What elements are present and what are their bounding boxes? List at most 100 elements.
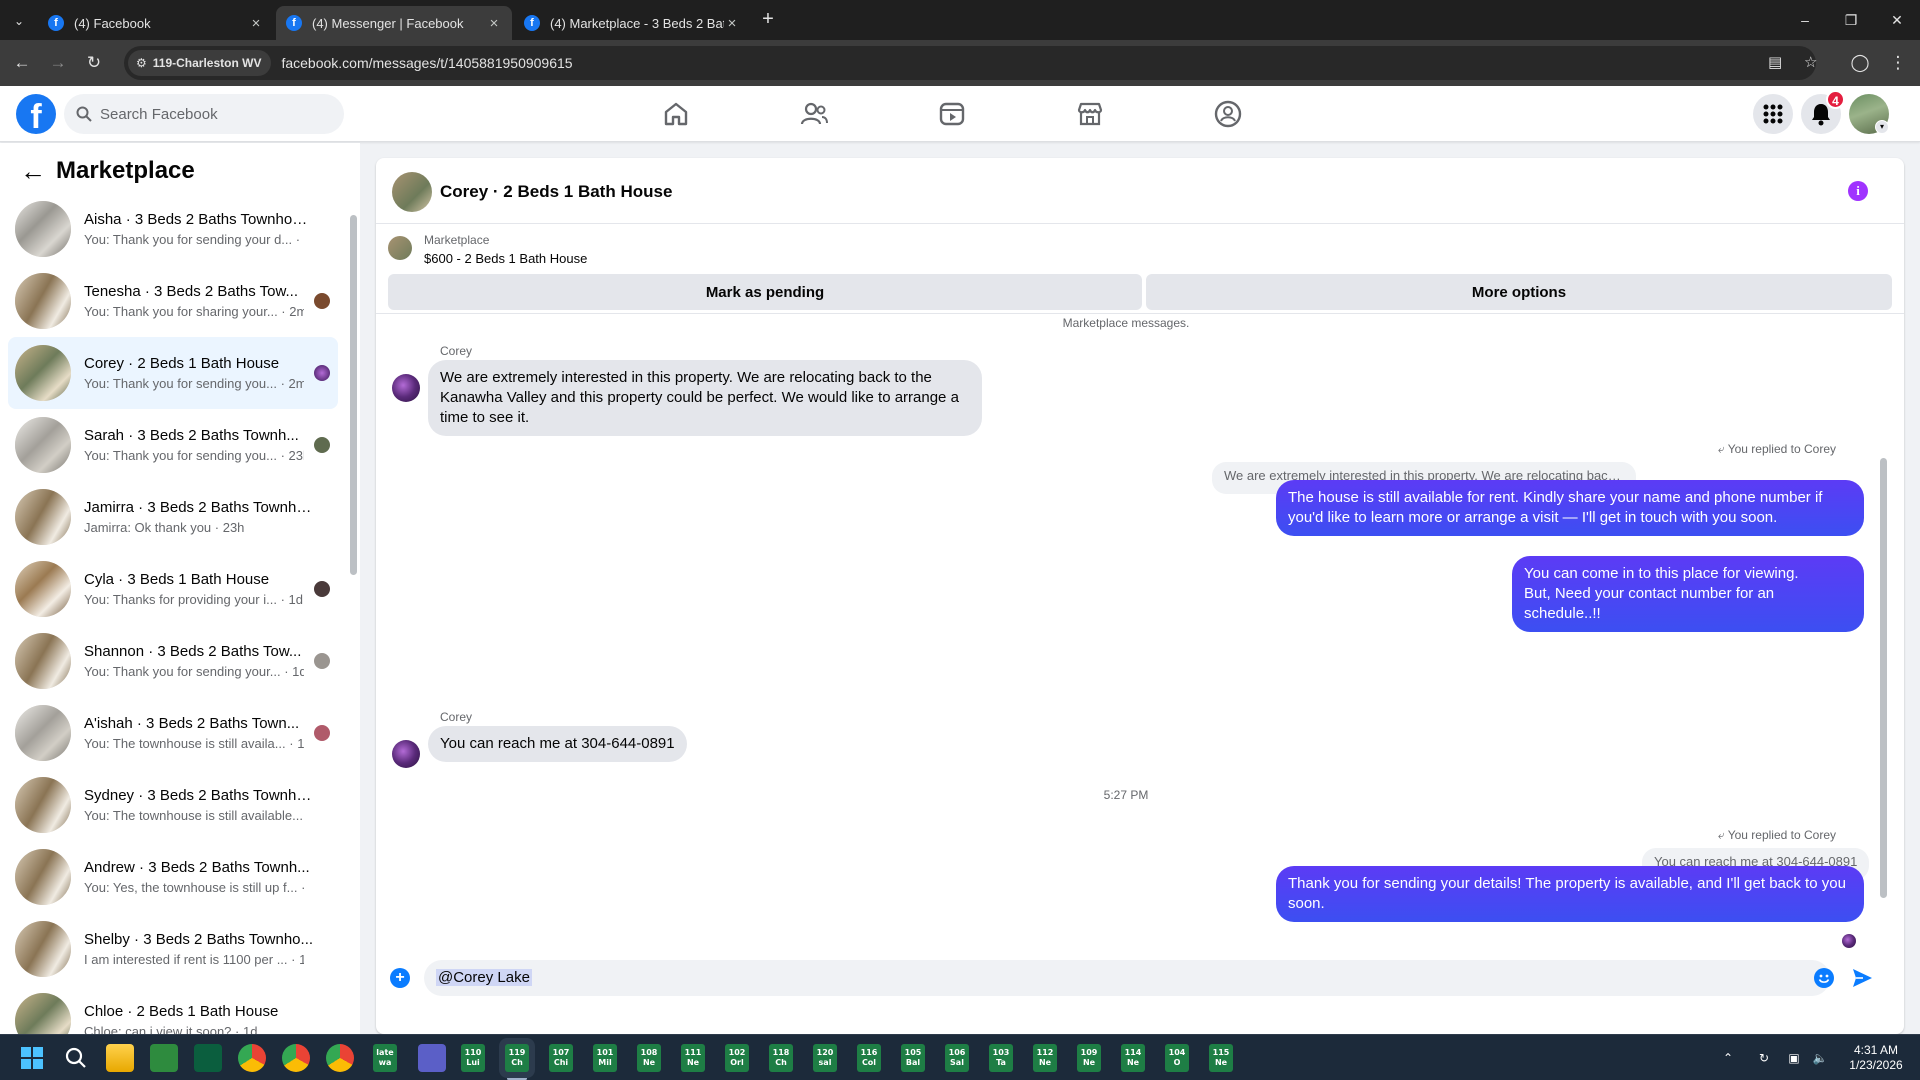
spreadsheet-window-button[interactable]: 114 Ne [1121,1044,1145,1072]
spreadsheet-window-button[interactable]: 112 Ne [1033,1044,1057,1072]
listing-thumbnail[interactable] [388,236,412,260]
add-attachment-icon[interactable]: + [390,968,410,988]
chevron-up-icon[interactable]: ⌃ [1716,1035,1740,1080]
back-arrow-icon[interactable]: ← [10,51,34,75]
bookmark-star-icon[interactable]: ☆ [1804,46,1817,80]
spreadsheet-window-button[interactable]: 103 Ta [989,1044,1013,1072]
conversation-item[interactable]: Aisha · 3 Beds 2 Baths Townhouse You: Th… [8,193,338,265]
spreadsheet-window-button[interactable]: 115 Ne [1209,1044,1233,1072]
chevron-down-icon[interactable]: ▾ [1875,120,1889,134]
minimize-window-icon[interactable]: – [1782,0,1828,40]
conversation-item[interactable]: Chloe · 2 Beds 1 Bath House Chloe: can i… [8,985,338,1034]
browser-menu-icon[interactable]: ⋮ [1886,51,1910,75]
close-tab-icon[interactable]: × [724,15,740,32]
conversation-item[interactable]: Corey · 2 Beds 1 Bath House You: Thank y… [8,337,338,409]
menu-grid-button[interactable] [1753,94,1793,134]
spreadsheet-window-button[interactable]: 116 Col [857,1044,881,1072]
windows-start-icon[interactable] [18,1044,46,1072]
spreadsheet-window-button[interactable]: 110 Lui [461,1044,485,1072]
conversation-item[interactable]: Tenesha · 3 Beds 2 Baths Tow... You: Tha… [8,265,338,337]
site-info-chip[interactable]: ⚙ 119-Charleston WV [128,50,272,76]
search-icon[interactable] [62,1044,90,1072]
video-icon[interactable] [936,98,968,130]
scrollbar-thumb[interactable] [1880,458,1887,898]
conversation-snippet: You: The townhouse is still available...… [84,808,303,823]
notepad-icon[interactable] [150,1044,178,1072]
tab-search-chevron-icon[interactable]: ⌄ [8,10,30,32]
mention-text[interactable]: @Corey Lake [436,969,532,986]
spreadsheet-window-button[interactable]: 108 Ne [637,1044,661,1072]
spreadsheet-window-button[interactable]: 120 sal [813,1044,837,1072]
network-icon[interactable]: ▣ [1782,1035,1806,1080]
search-input[interactable] [100,105,320,123]
mark-as-pending-button[interactable]: Mark as pending [388,274,1142,310]
new-tab-button[interactable]: + [756,8,780,32]
conversation-item[interactable]: A'ishah · 3 Beds 2 Baths Town... You: Th… [8,697,338,769]
spreadsheet-window-button[interactable]: 111 Ne [681,1044,705,1072]
reload-icon[interactable]: ↻ [82,51,106,75]
url-text[interactable]: facebook.com/messages/t/1405881950909615 [281,55,572,71]
sidebar-scrollbar[interactable] [350,205,357,1021]
spreadsheet-window-button[interactable]: 119 Ch [505,1044,529,1072]
marketplace-icon[interactable] [1074,98,1106,130]
tab-marketplace[interactable]: f (4) Marketplace - 3 Beds 2 Bath × [514,6,750,40]
conversation-item[interactable]: Shelby · 3 Beds 2 Baths Townho... I am i… [8,913,338,985]
listing-price-title[interactable]: $600 - 2 Beds 1 Bath House [424,251,587,266]
tab-facebook[interactable]: f (4) Facebook × [38,6,274,40]
groups-icon[interactable] [1212,98,1244,130]
info-icon[interactable]: i [1848,181,1868,201]
address-bar[interactable]: ⚙ 119-Charleston WV facebook.com/message… [124,46,1817,80]
conversation-item[interactable]: Sydney · 3 Beds 2 Baths Townho... You: T… [8,769,338,841]
conversation-item[interactable]: Cyla · 3 Beds 1 Bath House You: Thanks f… [8,553,338,625]
search-box[interactable] [64,94,344,134]
spreadsheet-window-button[interactable]: 101 Mil [593,1044,617,1072]
emoji-icon[interactable] [1814,968,1834,988]
friends-icon[interactable] [798,98,830,130]
conversation-item[interactable]: Jamirra · 3 Beds 2 Baths Townho... Jamir… [8,481,338,553]
spreadsheet-window-button[interactable]: 105 Bal [901,1044,925,1072]
spreadsheet-window-button[interactable]: 104 O [1165,1044,1189,1072]
restore-window-icon[interactable]: ❐ [1828,0,1874,40]
send-icon[interactable] [1850,966,1874,990]
spreadsheet-window-button[interactable]: 109 Ne [1077,1044,1101,1072]
chrome-icon[interactable] [238,1044,266,1072]
conversation-item[interactable]: Sarah · 3 Beds 2 Baths Townh... You: Tha… [8,409,338,481]
message-input[interactable] [424,960,1830,996]
spreadsheet-window-button[interactable]: late wa [373,1044,397,1072]
spreadsheet-window-button[interactable]: 106 Sal [945,1044,969,1072]
conversation-title[interactable]: Corey · 2 Beds 1 Bath House [440,182,672,202]
thread-scrollbar[interactable] [1878,318,1888,944]
outgoing-message: The house is still available for rent. K… [1276,480,1864,536]
spreadsheet-window-button[interactable]: 118 Ch [769,1044,793,1072]
conversation-item[interactable]: Shannon · 3 Beds 2 Baths Tow... You: Tha… [8,625,338,697]
more-options-button[interactable]: More options [1146,274,1892,310]
scrollbar-thumb[interactable] [350,215,357,575]
chrome-profile-icon[interactable] [326,1044,354,1072]
clock[interactable]: 4:31 AM 1/23/2026 [1838,1035,1914,1080]
sync-icon[interactable]: ↻ [1752,1035,1776,1080]
tab-messenger[interactable]: f (4) Messenger | Facebook × [276,6,512,40]
conversation-avatar[interactable] [392,172,432,212]
volume-icon[interactable]: 🔈 [1808,1035,1832,1080]
back-arrow-icon[interactable]: ← [20,157,48,185]
close-window-icon[interactable]: ✕ [1874,0,1920,40]
conversation-snippet: You: Thank you for sending you... · 23h [84,448,304,463]
sender-avatar[interactable] [392,374,420,402]
close-tab-icon[interactable]: × [248,15,264,32]
sender-avatar[interactable] [392,740,420,768]
forward-arrow-icon[interactable]: → [46,51,70,75]
facebook-logo-icon[interactable]: f [16,94,56,136]
spreadsheet-window-button[interactable]: 107 Chi [549,1044,573,1072]
app-icon[interactable] [418,1044,446,1072]
incoming-message: We are extremely interested in this prop… [428,360,982,436]
app-icon[interactable] [194,1044,222,1072]
conversation-item[interactable]: Andrew · 3 Beds 2 Baths Townh... You: Ye… [8,841,338,913]
profile-icon[interactable]: ◯ [1848,51,1872,75]
chrome-profile-icon[interactable] [282,1044,310,1072]
close-tab-icon[interactable]: × [486,15,502,32]
spreadsheet-window-button[interactable]: 102 Orl [725,1044,749,1072]
home-icon[interactable] [660,98,692,130]
file-explorer-icon[interactable] [106,1044,134,1072]
seen-avatar [314,581,330,597]
install-app-icon[interactable]: ▤ [1768,46,1782,80]
